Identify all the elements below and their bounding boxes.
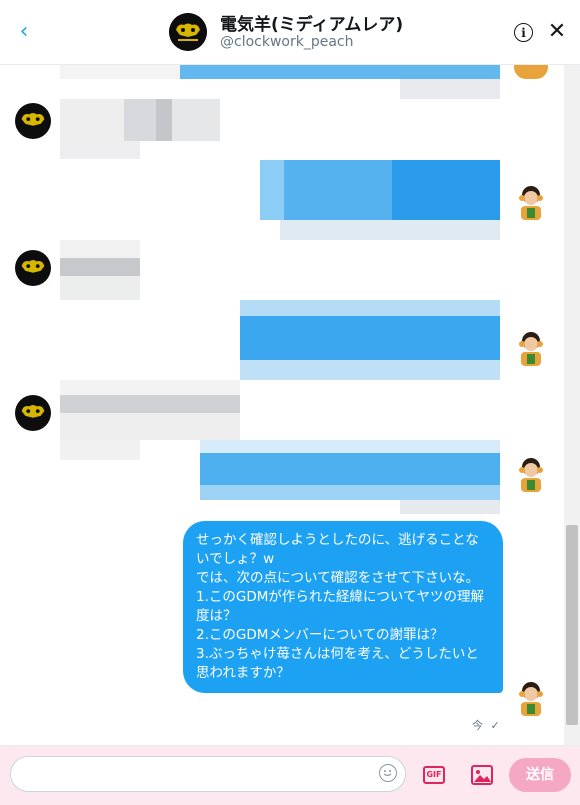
sheep-logo-icon [21, 112, 45, 126]
pixelated-message [400, 79, 500, 99]
message-line: せっかく確認しようとしたのに、逃げることないでしょ？w [196, 532, 479, 567]
scrollbar-thumb[interactable] [566, 525, 578, 725]
user-avatar[interactable] [514, 331, 548, 367]
pixelated-message [260, 160, 500, 220]
pixelated-message [60, 240, 140, 300]
user-avatar[interactable] [514, 65, 548, 79]
message-time: 今 [472, 719, 483, 732]
sheep-logo-icon [21, 404, 45, 418]
gif-icon[interactable]: GIF [423, 766, 445, 784]
sheep-logo-icon [21, 259, 45, 273]
pixelated-message [60, 99, 220, 141]
conversation-header: ‹ 電気羊(ミディアムレア) @clockwork_peach i ✕ [0, 0, 580, 65]
monkey-avatar-icon [519, 458, 543, 492]
back-arrow-icon: ‹ [19, 19, 29, 44]
message-bubble[interactable]: せっかく確認しようとしたのに、逃げることないでしょ？w では、次の点について確認… [183, 521, 503, 693]
image-glyph-icon [474, 770, 491, 782]
pixelated-message [60, 65, 180, 79]
message-line: 3.ぶっちゃけ苺さんは何を考え、どうしたいと思われますか？ [196, 646, 479, 681]
contact-avatar[interactable] [15, 395, 51, 431]
message-input[interactable] [10, 756, 406, 792]
sheep-logo-icon [169, 13, 207, 51]
message-list[interactable]: せっかく確認しようとしたのに、逃げることないでしょ？w では、次の点について確認… [0, 65, 564, 745]
back-button[interactable]: ‹ [12, 18, 36, 46]
message-line: 2.このGDMメンバーについての謝罪は？ [196, 627, 444, 643]
message-line: では、次の点について確認をさせて下さいな。 [196, 570, 480, 586]
pixelated-message [60, 380, 240, 440]
scrollbar[interactable] [564, 65, 580, 745]
pixelated-message [400, 500, 500, 514]
header-avatar[interactable] [169, 13, 207, 51]
pixelated-message [60, 440, 140, 460]
message-composer: GIF 送信 [0, 745, 580, 805]
monkey-avatar-icon [519, 332, 543, 366]
conversation-handle: @clockwork_peach [220, 34, 354, 50]
emoji-face-icon [383, 770, 392, 777]
pixelated-message [200, 440, 500, 500]
pixelated-message [240, 300, 500, 380]
pixelated-message [280, 220, 500, 240]
send-button[interactable]: 送信 [509, 758, 571, 792]
contact-avatar[interactable] [15, 250, 51, 286]
close-icon[interactable]: ✕ [547, 20, 567, 44]
pixelated-message [180, 65, 500, 79]
message-timestamp: 今 ✓ [472, 717, 500, 733]
contact-avatar[interactable] [15, 103, 51, 139]
user-avatar[interactable] [514, 185, 548, 221]
monkey-avatar-icon [519, 186, 543, 220]
emoji-icon[interactable] [379, 764, 397, 782]
user-avatar[interactable] [514, 681, 548, 717]
info-icon[interactable]: i [514, 23, 533, 42]
monkey-avatar-icon [519, 682, 543, 716]
image-icon[interactable] [471, 765, 493, 785]
message-line: 1.このGDMが作られた経緯についてヤツの理解度は？ [196, 589, 484, 624]
conversation-title: 電気羊(ミディアムレア) [220, 15, 404, 35]
user-avatar[interactable] [514, 457, 548, 493]
read-check-icon: ✓ [490, 719, 500, 732]
pixelated-message [60, 141, 140, 159]
